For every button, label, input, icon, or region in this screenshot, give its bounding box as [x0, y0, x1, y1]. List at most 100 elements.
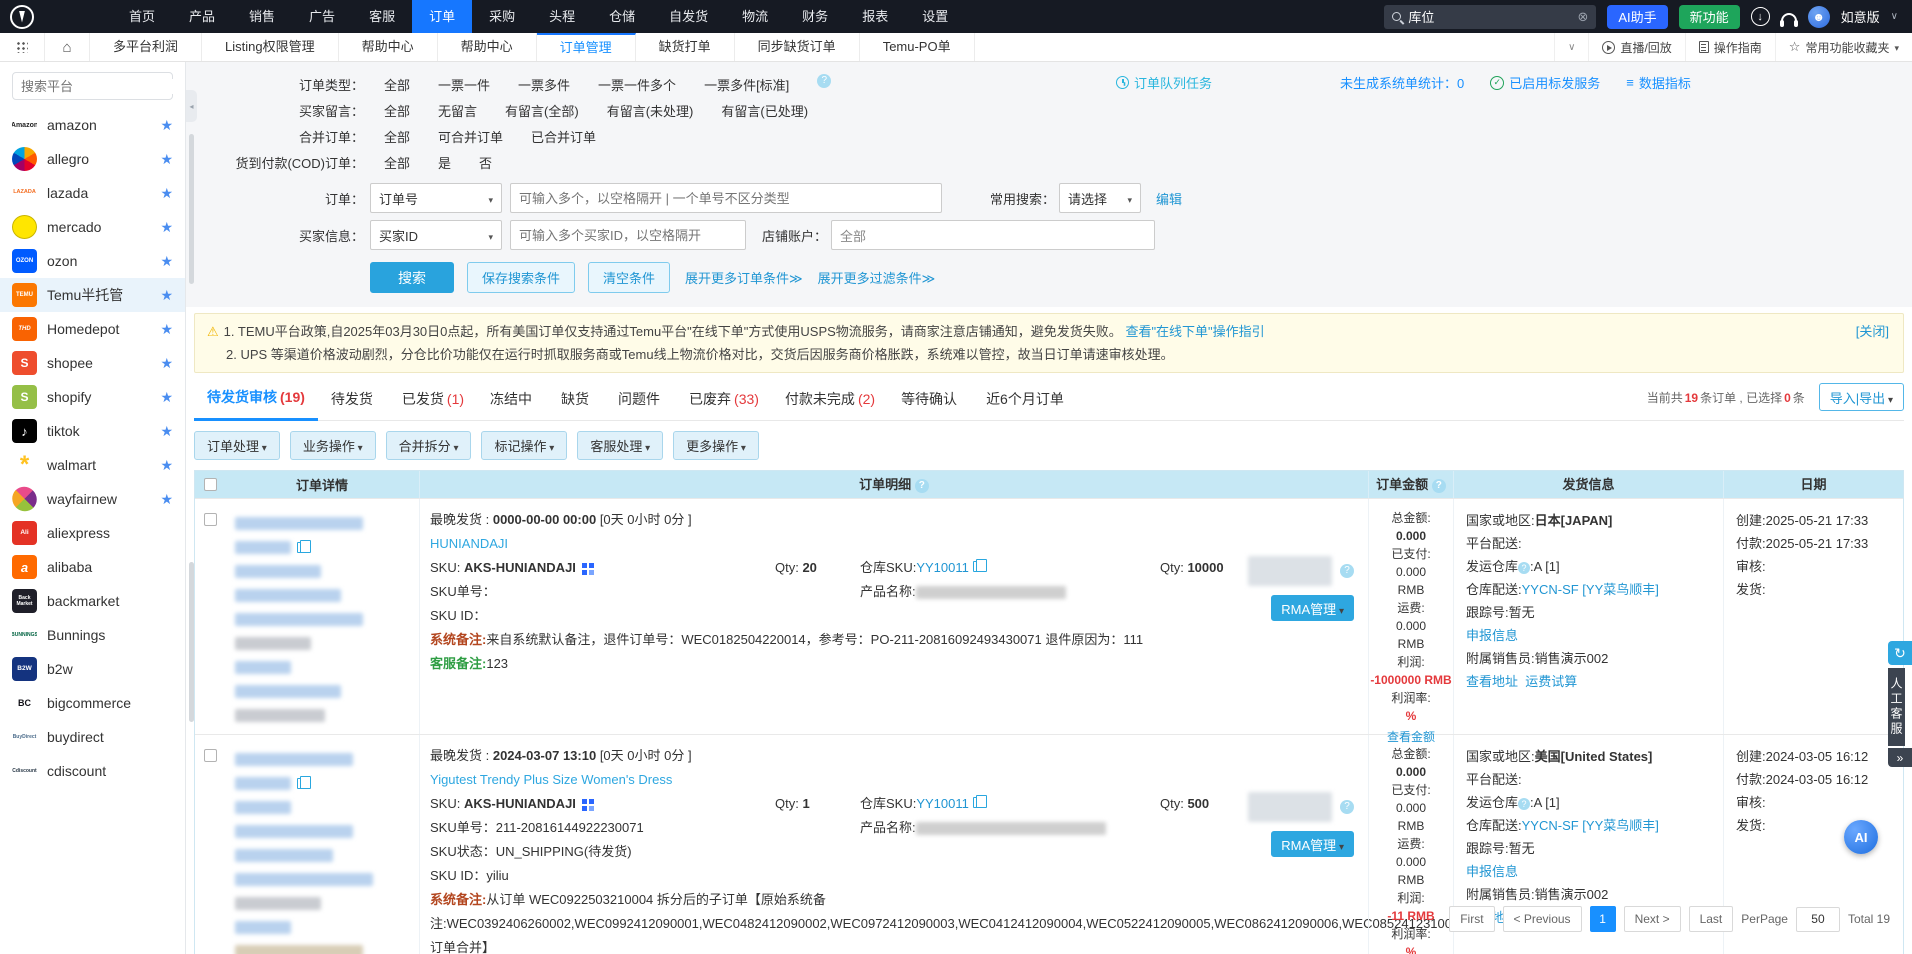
store-account-input[interactable] — [831, 220, 1155, 250]
nav-orders[interactable]: 订单 — [412, 0, 472, 33]
copy-icon[interactable] — [973, 561, 982, 572]
tabs-overflow-chevron-icon[interactable] — [1554, 33, 1588, 61]
previous-page-button[interactable]: < Previous — [1503, 906, 1582, 932]
filter-option[interactable]: 可合并订单 — [438, 126, 503, 150]
human-support-tab[interactable]: 人工客服 — [1888, 668, 1905, 746]
sidebar-item-backmarket[interactable]: Back Marketbackmarket — [0, 584, 185, 618]
sidebar-item-b2w[interactable]: B2Wb2w — [0, 652, 185, 686]
sidebar-item-lazada[interactable]: LAZADAlazada — [0, 176, 185, 210]
version-label[interactable]: 如意版 — [1841, 7, 1880, 26]
filter-option[interactable]: 是 — [438, 152, 451, 176]
page-1-button[interactable]: 1 — [1590, 906, 1616, 932]
close-notice-link[interactable]: [关闭] — [1856, 320, 1889, 343]
filter-option[interactable]: 否 — [479, 152, 492, 176]
online-order-guide-link[interactable]: 查看"在线下单"操作指引 — [1125, 324, 1264, 339]
clear-conditions-button[interactable]: 清空条件 — [588, 262, 670, 293]
favorite-star-icon[interactable] — [160, 389, 173, 406]
nav-settings[interactable]: 设置 — [905, 0, 965, 33]
tab-problem[interactable]: 问题件 — [605, 385, 676, 420]
nav-home[interactable]: 首页 — [112, 0, 172, 33]
nav-purchase[interactable]: 采购 — [472, 0, 532, 33]
tab-stockout[interactable]: 缺货 — [548, 385, 605, 420]
scrollbar-thumb[interactable] — [189, 562, 194, 722]
search-button[interactable]: 搜索 — [370, 262, 454, 293]
sidebar-item-cdiscount[interactable]: Cdiscountcdiscount — [0, 754, 185, 788]
nav-sales[interactable]: 销售 — [232, 0, 292, 33]
favorites-menu[interactable]: 常用功能收藏夹 — [1775, 33, 1912, 61]
help-icon[interactable] — [1518, 798, 1530, 810]
sidebar-item-aliexpress[interactable]: Alialiexpress — [0, 516, 185, 550]
download-icon[interactable] — [1751, 7, 1770, 26]
favorite-star-icon[interactable] — [160, 457, 173, 474]
tab-discarded[interactable]: 已废弃(33) — [676, 385, 772, 420]
help-icon[interactable] — [1432, 479, 1446, 493]
sidebar-item-amazon[interactable]: Amazonamazon — [0, 108, 185, 142]
business-ops-button[interactable]: 业务操作 — [290, 431, 376, 460]
filter-option[interactable]: 无留言 — [438, 100, 477, 124]
favorite-star-icon[interactable] — [160, 287, 173, 304]
warehouse-delivery-link[interactable]: YYCN-SF [YY菜鸟顺丰] — [1522, 818, 1659, 833]
tab-temu-po[interactable]: Temu-PO单 — [860, 33, 975, 61]
favorite-star-icon[interactable] — [160, 321, 173, 338]
tab-multi-platform-profit[interactable]: 多平台利润 — [90, 33, 202, 61]
product-title-link[interactable]: Yigutest Trendy Plus Size Women's Dress — [430, 772, 672, 787]
nav-warehouse[interactable]: 仓储 — [592, 0, 652, 33]
help-icon[interactable] — [915, 479, 929, 493]
nav-ads[interactable]: 广告 — [292, 0, 352, 33]
more-ops-button[interactable]: 更多操作 — [673, 431, 759, 460]
save-search-button[interactable]: 保存搜索条件 — [467, 262, 575, 293]
tab-help-center-2[interactable]: 帮助中心 — [438, 33, 537, 61]
chevron-down-icon[interactable] — [1891, 11, 1898, 22]
rma-button[interactable]: RMA管理 — [1271, 831, 1354, 857]
import-export-button[interactable]: 导入|导出 — [1819, 383, 1904, 411]
filter-option[interactable]: 有留言(未处理) — [607, 100, 694, 124]
nav-product[interactable]: 产品 — [172, 0, 232, 33]
sidebar-item-wayfairnew[interactable]: wayfairnew — [0, 482, 185, 516]
filter-option[interactable]: 全部 — [384, 152, 410, 176]
buyer-info-type-select[interactable]: 买家ID — [370, 220, 502, 250]
user-avatar[interactable] — [1808, 6, 1830, 28]
copy-icon[interactable] — [297, 778, 306, 789]
warehouse-delivery-link[interactable]: YYCN-SF [YY菜鸟顺丰] — [1522, 582, 1659, 597]
merge-split-button[interactable]: 合并拆分 — [386, 431, 472, 460]
sidebar-item-mercado[interactable]: mercado — [0, 210, 185, 244]
help-icon[interactable] — [1340, 800, 1354, 814]
row-checkbox[interactable] — [204, 749, 217, 762]
tab-payment-incomplete[interactable]: 付款未完成(2) — [772, 385, 888, 420]
ai-assistant-fab[interactable]: AI — [1844, 820, 1878, 854]
new-features-button[interactable]: 新功能 — [1679, 5, 1740, 29]
nav-logistics[interactable]: 物流 — [725, 0, 785, 33]
last-page-button[interactable]: Last — [1689, 906, 1734, 932]
perpage-input[interactable] — [1796, 907, 1840, 932]
filter-option[interactable]: 一票一件 — [438, 74, 490, 98]
apps-grid-icon[interactable] — [0, 33, 45, 61]
scrollbar-thumb[interactable] — [189, 134, 194, 284]
favorite-star-icon[interactable] — [160, 253, 173, 270]
warehouse-sku-link[interactable]: YY10011 — [916, 796, 969, 811]
buyer-id-input[interactable] — [510, 220, 746, 250]
tab-sync-stockout-orders[interactable]: 同步缺货订单 — [735, 33, 860, 61]
filter-option[interactable]: 全部 — [384, 100, 410, 124]
expand-filter-conditions-link[interactable]: 展开更多过滤条件≫ — [818, 268, 936, 287]
headset-support-icon[interactable] — [1781, 13, 1797, 24]
platform-search-box[interactable] — [12, 72, 173, 100]
tab-frozen[interactable]: 冻结中 — [477, 385, 548, 420]
platform-search-input[interactable] — [21, 79, 186, 94]
flag-service-enabled-link[interactable]: 已启用标发服务 — [1490, 73, 1600, 92]
warehouse-sku-link[interactable]: YY10011 — [916, 560, 969, 575]
favorite-star-icon[interactable] — [160, 151, 173, 168]
ungenerated-orders-stat-link[interactable]: 未生成系统单统计：0 — [1340, 73, 1464, 92]
mark-ops-button[interactable]: 标记操作 — [481, 431, 567, 460]
sidebar-item-buydirect[interactable]: BuyDirectbuydirect — [0, 720, 185, 754]
help-icon[interactable] — [1340, 564, 1354, 578]
sidebar-item-tiktok[interactable]: ♪tiktok — [0, 414, 185, 448]
view-address-link[interactable]: 查看地址 — [1466, 674, 1518, 689]
live-replay-link[interactable]: 直播/回放 — [1588, 33, 1684, 61]
tab-awaiting-confirm[interactable]: 等待确认 — [888, 385, 973, 420]
help-icon[interactable] — [817, 74, 831, 88]
declare-info-link[interactable]: 申报信息 — [1466, 864, 1518, 879]
rma-button[interactable]: RMA管理 — [1271, 595, 1354, 621]
filter-option[interactable]: 有留言(已处理) — [721, 100, 808, 124]
tab-listing-auth[interactable]: Listing权限管理 — [202, 33, 339, 61]
row-checkbox[interactable] — [204, 513, 217, 526]
